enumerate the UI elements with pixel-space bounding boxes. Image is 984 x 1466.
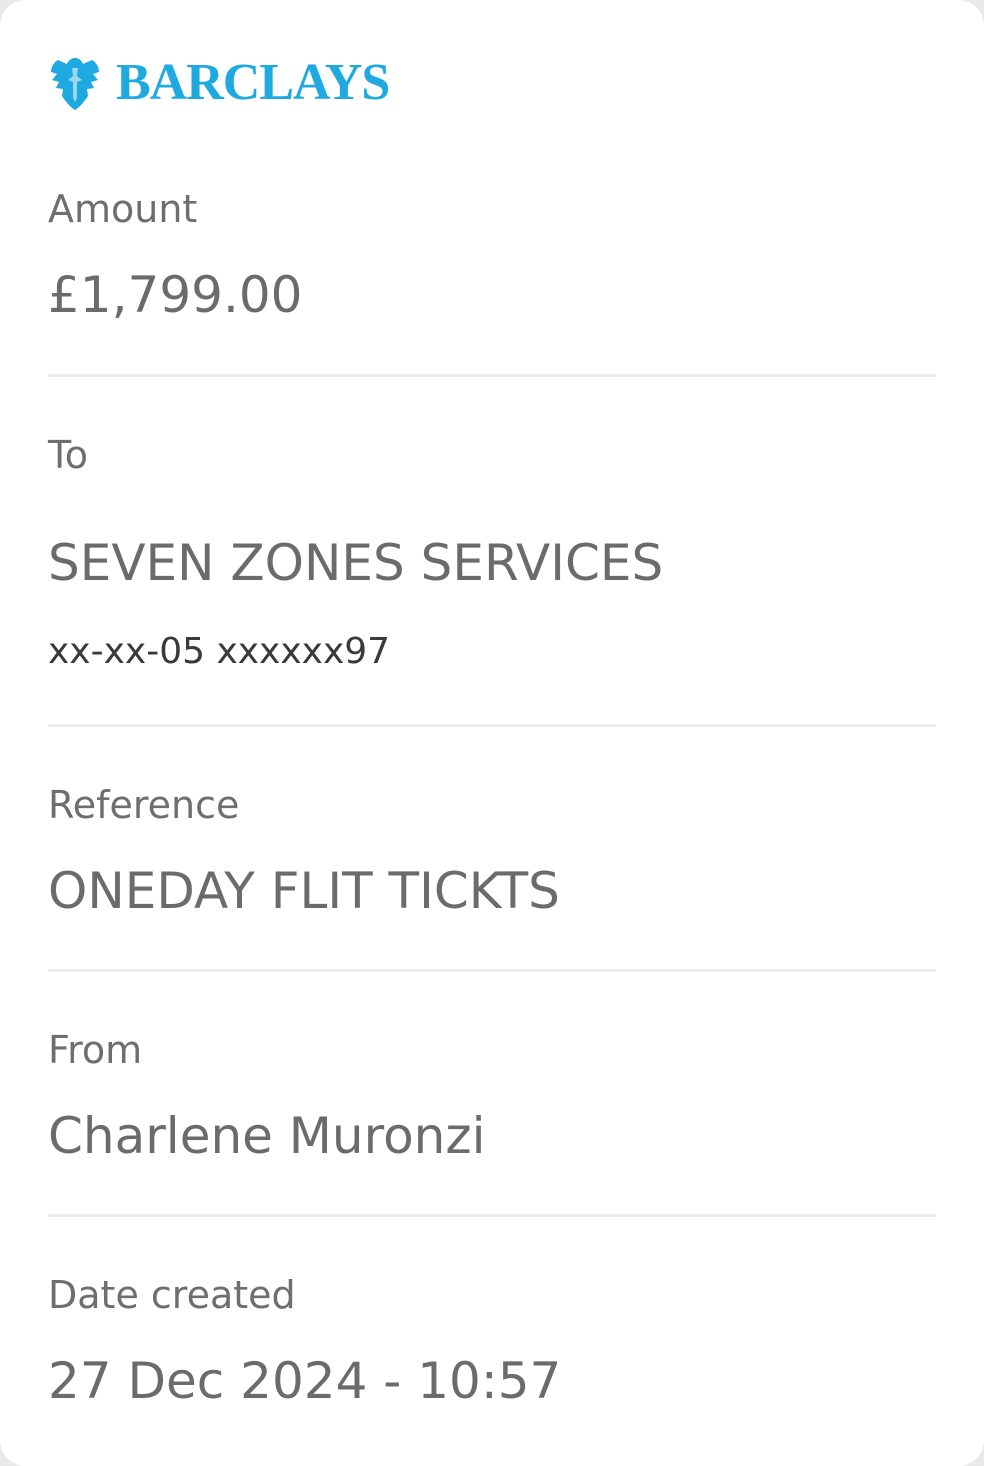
sender-label: From	[48, 1028, 143, 1072]
date-created-value: 27 Dec 2024 - 10:57	[48, 1352, 562, 1410]
date-created-label: Date created	[48, 1273, 296, 1317]
amount-section: Amount £1,799.00	[48, 186, 936, 326]
reference-section: Reference ONEDAY FLIT TICKTS	[48, 782, 936, 922]
divider	[48, 1214, 936, 1217]
divider	[48, 969, 936, 972]
recipient-name: SEVEN ZONES SERVICES	[48, 534, 664, 592]
brand-name: BARCLAYS	[116, 54, 390, 111]
reference-label: Reference	[48, 783, 240, 827]
date-section: Date created 27 Dec 2024 - 10:57	[48, 1272, 936, 1412]
amount-label: Amount	[48, 187, 198, 231]
recipient-account: xx-xx-05 xxxxxx97	[48, 631, 391, 672]
divider	[48, 374, 936, 377]
sender-section: From Charlene Muronzi	[48, 1027, 936, 1167]
payment-details-card: BARCLAYS Amount £1,799.00 To SEVEN ZONES…	[0, 0, 984, 1466]
divider	[48, 724, 936, 727]
eagle-icon	[51, 58, 99, 110]
barclays-logo: BARCLAYS	[48, 54, 390, 112]
reference-value: ONEDAY FLIT TICKTS	[48, 862, 560, 920]
recipient-section: To SEVEN ZONES SERVICES xx-xx-05 xxxxxx9…	[48, 432, 936, 682]
sender-name: Charlene Muronzi	[48, 1107, 486, 1165]
recipient-label: To	[48, 433, 89, 477]
amount-value: £1,799.00	[48, 266, 303, 324]
